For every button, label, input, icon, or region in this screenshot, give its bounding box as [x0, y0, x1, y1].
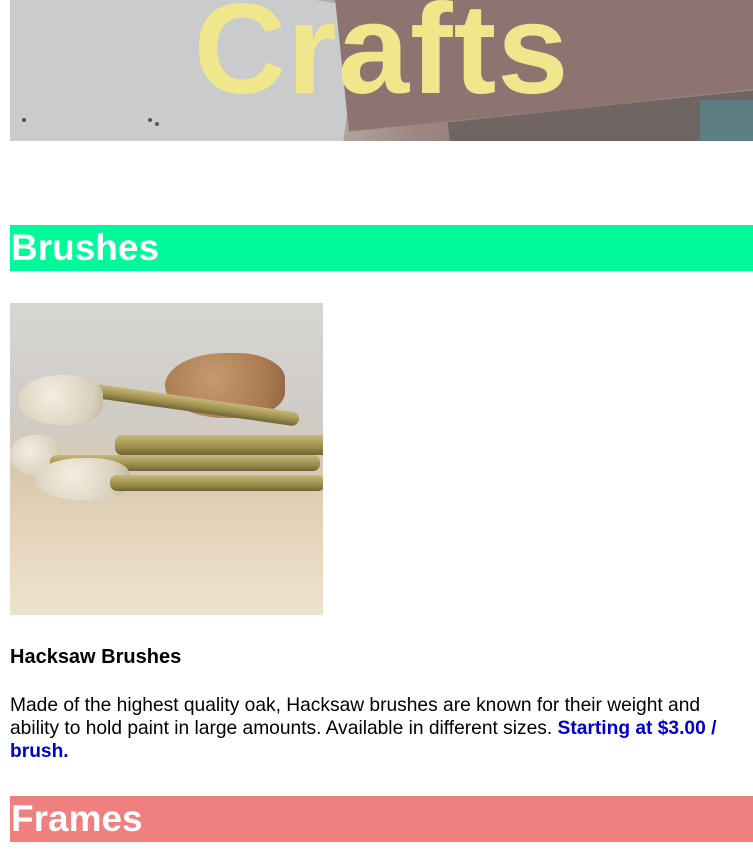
header-banner: Crafts [10, 0, 753, 141]
banner-texture-dot [155, 122, 159, 126]
product-name: Hacksaw Brushes [10, 646, 182, 668]
product-image [10, 303, 323, 615]
brush-bristles [18, 375, 103, 425]
banner-texture-dot [148, 118, 152, 122]
section-heading-frames: Frames [10, 796, 753, 842]
section-heading-brushes: Brushes [10, 225, 753, 271]
banner-texture-dot [22, 118, 26, 122]
product-description: Made of the highest quality oak, Hacksaw… [10, 694, 745, 763]
page: Crafts Brushes Hacksaw Brushes Made of t… [0, 0, 753, 852]
brush-handle [110, 475, 323, 491]
brush-handle [115, 435, 323, 455]
page-title: Crafts [193, 0, 570, 121]
